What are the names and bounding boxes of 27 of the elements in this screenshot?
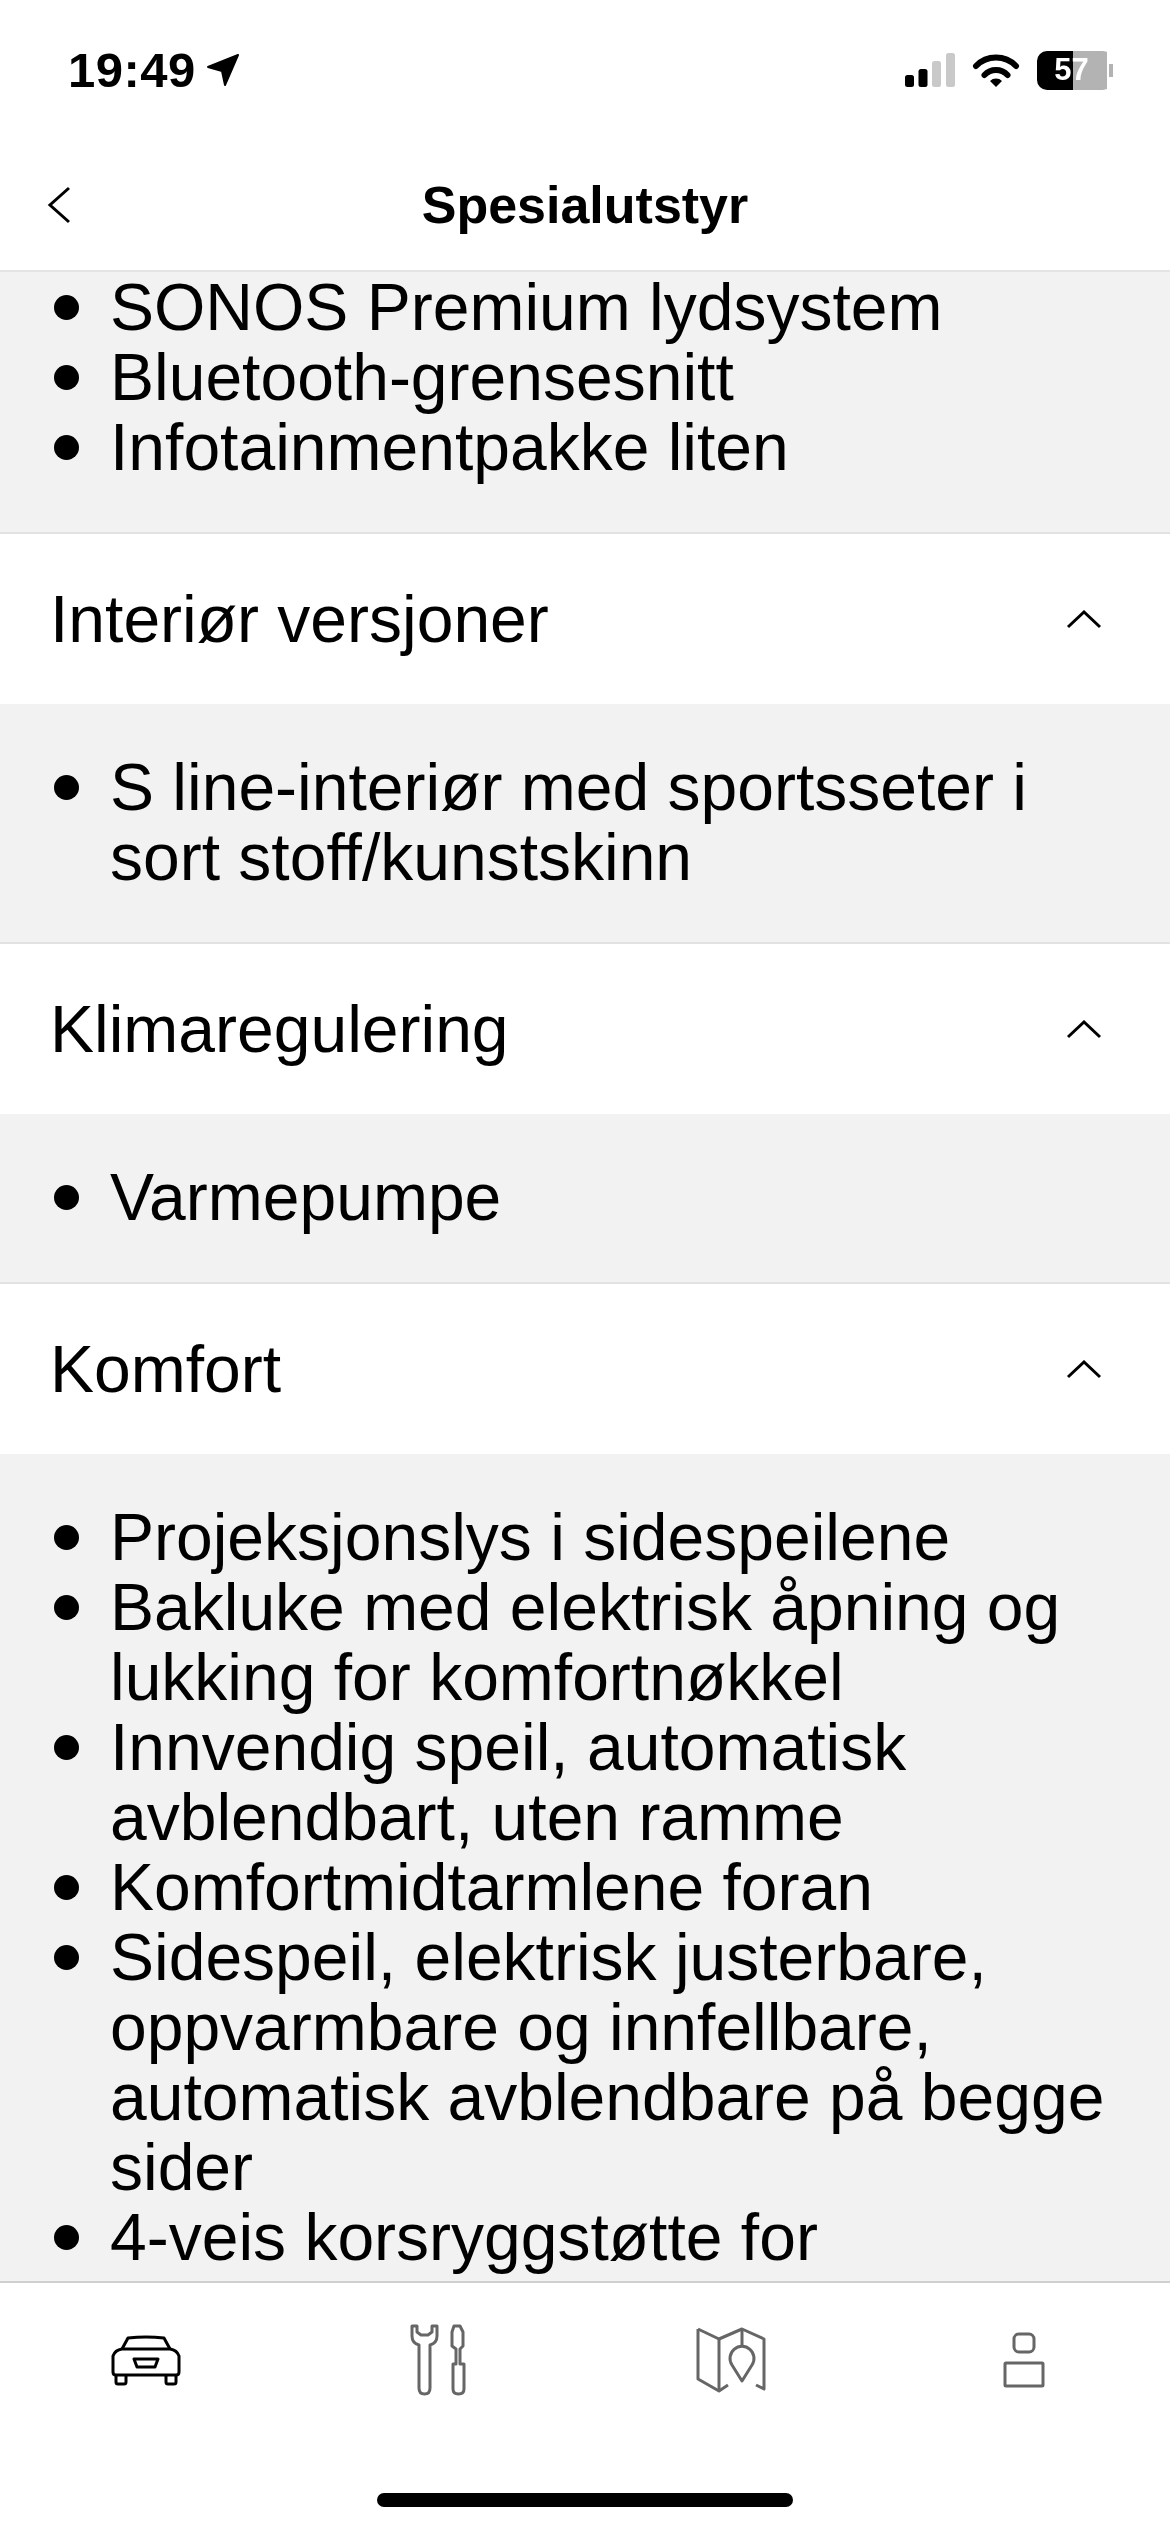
equipment-item: 4-veis korsryggstøtte for	[110, 2202, 818, 2272]
wrench-screwdriver-icon	[408, 2324, 469, 2396]
bullet-icon	[54, 1525, 79, 1550]
equipment-item: S line-interiør med sportsseter i sort stoff/kunstskinn	[110, 752, 1028, 892]
person-icon	[1002, 2332, 1045, 2388]
bullet-icon	[54, 435, 79, 460]
bullet-icon	[54, 1945, 79, 1970]
wifi-icon	[972, 52, 1020, 88]
bullet-icon	[54, 295, 79, 320]
bullet-icon	[54, 1185, 79, 1210]
equipment-item: SONOS Premium lydsystem	[110, 272, 943, 342]
status-time: 19:49	[68, 45, 196, 95]
bullet-icon	[54, 1735, 79, 1760]
bullet-icon	[54, 2225, 79, 2250]
bullet-icon	[54, 775, 79, 800]
screen-title: Spesialutstyr	[421, 174, 749, 236]
bullet-icon	[54, 1595, 79, 1620]
equipment-item: Komfortmidtarmlene foran	[110, 1852, 873, 1922]
equipment-item: Projeksjonslys i sidespeilene	[110, 1502, 951, 1572]
equipment-item: Varmepumpe	[110, 1162, 502, 1232]
bullet-icon	[54, 1875, 79, 1900]
map-pin-icon	[696, 2327, 767, 2393]
back-icon	[46, 186, 72, 224]
equipment-item: Sidespeil, elektrisk justerbare, oppvarmbare og innfellbare, automatisk avblendbare på begge sider	[110, 1922, 1106, 2202]
bullet-icon	[54, 365, 79, 390]
location-arrow-icon	[205, 53, 240, 87]
signal-icon	[905, 53, 955, 87]
